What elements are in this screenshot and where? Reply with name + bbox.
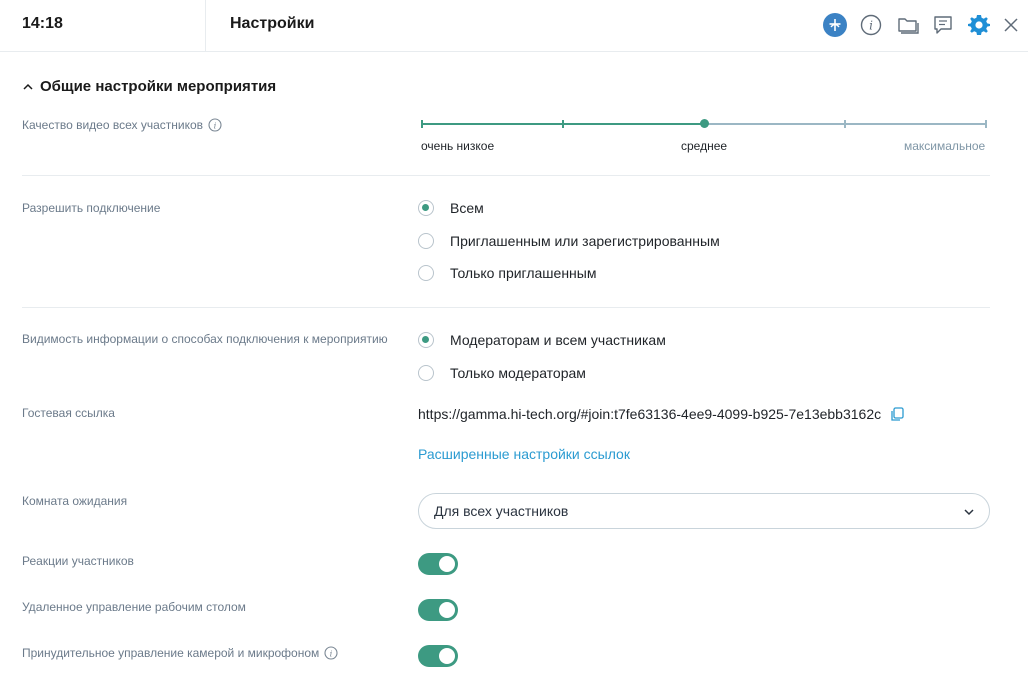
info-icon[interactable]: i: [858, 12, 884, 38]
video-quality-label: Качество видео всех участников i: [22, 118, 222, 132]
waiting-room-label: Комната ожидания: [22, 494, 128, 508]
radio-label: Приглашенным или зарегистрированным: [450, 233, 720, 249]
clock: 14:18: [22, 15, 63, 32]
toggle-knob: [439, 556, 455, 572]
force-av-label-text: Принудительное управление камерой и микр…: [22, 646, 320, 660]
section-header[interactable]: Общие настройки мероприятия: [22, 78, 276, 95]
allow-connection-label: Разрешить подключение: [22, 201, 161, 215]
radio-button[interactable]: [418, 233, 434, 249]
slider-tick: [562, 120, 564, 128]
slider-label-max: максимальное: [904, 139, 986, 153]
remote-desktop-label: Удаленное управление рабочим столом: [22, 600, 246, 614]
radio-allow-invited-registered[interactable]: Приглашенным или зарегистрированным: [418, 233, 720, 249]
top-bar: 14:18 Настройки i: [0, 0, 1028, 52]
radio-label: Модераторам и всем участникам: [450, 332, 666, 348]
remote-desktop-toggle[interactable]: [418, 599, 458, 621]
slider-label-low: очень низкое: [421, 139, 495, 153]
radio-visibility-all[interactable]: Модераторам и всем участникам: [418, 332, 666, 348]
network-icon[interactable]: [822, 12, 848, 38]
section-title: Общие настройки мероприятия: [40, 78, 277, 95]
radio-button[interactable]: [418, 265, 434, 281]
slider-label-mid: среднее: [681, 139, 728, 153]
chevron-down-icon: [964, 509, 974, 516]
page-title: Настройки: [230, 15, 315, 32]
radio-visibility-moderators[interactable]: Только модераторам: [418, 365, 586, 381]
force-av-toggle[interactable]: [418, 645, 458, 667]
select-value: Для всех участников: [434, 503, 569, 519]
svg-text:i: i: [869, 19, 873, 33]
radio-allow-invited-only[interactable]: Только приглашенным: [418, 265, 596, 281]
radio-button[interactable]: [418, 365, 434, 381]
radio-label: Только приглашенным: [450, 265, 597, 281]
divider: [22, 307, 990, 308]
radio-allow-all[interactable]: Всем: [418, 200, 484, 216]
info-icon[interactable]: i: [324, 646, 338, 660]
guest-link-text: https://gamma.hi-tech.org/#join:t7fe6313…: [418, 406, 882, 422]
chat-icon[interactable]: [930, 12, 956, 38]
toggle-knob: [439, 648, 455, 664]
force-av-label: Принудительное управление камерой и микр…: [22, 646, 338, 660]
divider: [22, 175, 990, 176]
radio-label: Только модераторам: [450, 365, 586, 381]
svg-text:i: i: [330, 649, 333, 659]
radio-label: Всем: [450, 200, 484, 216]
guest-link-label: Гостевая ссылка: [22, 406, 115, 420]
chevron-up-icon: [23, 83, 33, 90]
radio-button[interactable]: [418, 332, 434, 348]
visibility-label: Видимость информации о способах подключе…: [22, 332, 388, 346]
toggle-knob: [439, 602, 455, 618]
copy-icon[interactable]: [889, 406, 905, 422]
slider-tick: [844, 120, 846, 128]
video-quality-label-text: Качество видео всех участников: [22, 118, 204, 132]
svg-text:i: i: [214, 121, 217, 131]
folder-icon[interactable]: [895, 12, 921, 38]
slider-tick: [421, 120, 423, 128]
advanced-link-settings[interactable]: Расширенные настройки ссылок: [418, 446, 630, 462]
waiting-room-select[interactable]: Для всех участников: [418, 493, 990, 529]
guest-link-url: https://gamma.hi-tech.org/#join:t7fe6313…: [418, 406, 905, 422]
header-divider: [205, 0, 206, 52]
gear-icon[interactable]: [966, 12, 992, 38]
info-icon[interactable]: i: [208, 118, 222, 132]
slider-tick: [985, 120, 987, 128]
close-icon[interactable]: [998, 12, 1024, 38]
reactions-toggle[interactable]: [418, 553, 458, 575]
radio-button[interactable]: [418, 200, 434, 216]
reactions-label: Реакции участников: [22, 554, 134, 568]
slider-handle[interactable]: [700, 119, 709, 128]
